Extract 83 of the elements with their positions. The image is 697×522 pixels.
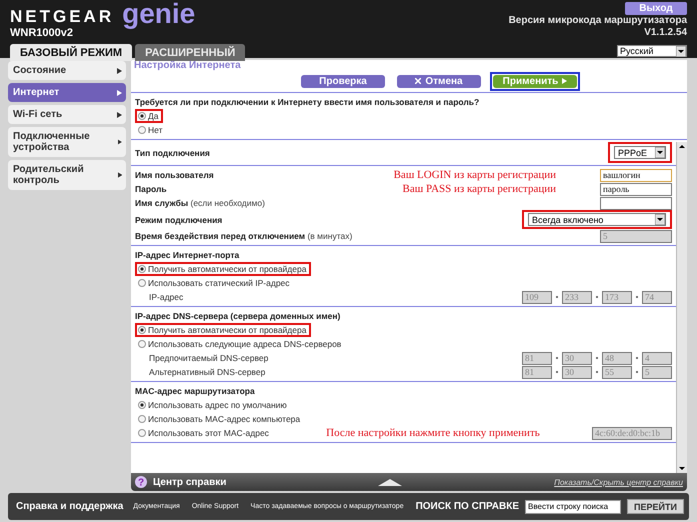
connection-type-select[interactable]: PPPoE [614,146,666,159]
dropdown-arrow-icon [676,46,686,56]
radio-option[interactable]: Использовать этот MAC-адрес [138,428,269,438]
octet-separator [556,296,558,298]
toggle-help-link[interactable]: Показать/Скрыть центр справки [554,478,683,487]
text-input[interactable]: вашлогин [600,168,672,182]
firmware-version: V1.1.2.54 [644,27,687,39]
help-icon: ? [135,476,147,488]
radio-button[interactable] [138,401,146,409]
dropdown-arrow-icon [655,214,665,225]
scrollbar[interactable] [676,142,687,474]
radio-button[interactable] [138,429,146,437]
octet-separator [596,371,598,373]
field-label: Альтернативный DNS-сервер [148,367,266,377]
brand-logo: NETGEAR [10,7,114,27]
section-heading: Требуется ли при подключении к Интернету ввести имя пользователя и пароль? [135,96,480,108]
octet-separator [636,371,638,373]
search-label: ПОИСК ПО СПРАВКЕ [416,501,520,512]
radio-option[interactable]: Нет [138,125,162,135]
radio-option[interactable]: Да [138,111,158,121]
expand-triangle-icon[interactable] [378,478,402,486]
octet-separator [596,357,598,359]
annotation-note: После настройки нажмите кнопку применить [326,427,540,439]
radio-button[interactable] [138,415,146,423]
octet-separator [596,296,598,298]
page-title: Настройка Интернета [133,60,242,72]
close-icon [415,78,422,84]
sidebar-item[interactable]: Интернет [8,83,126,102]
radio-button[interactable] [138,112,146,120]
sidebar-item[interactable]: Wi-Fi сеть [8,105,126,124]
field-label: Имя службы (если необходимо) [135,198,265,208]
field-label: Имя пользователя [135,170,214,180]
search-field[interactable]: Ввести строку поиска [525,500,622,514]
radio-button[interactable] [138,126,146,134]
radio-button[interactable] [138,279,146,287]
octet-separator [636,357,638,359]
arrow-right-icon [118,139,122,145]
go-button[interactable]: ПЕРЕЙТИ [627,499,684,514]
field-label: IP-адрес [148,292,184,302]
radio-option[interactable]: Использовать статический IP-адрес [138,278,290,288]
model-name: WNR1000v2 [10,27,74,39]
section-heading: IP-адрес Интернет-порта [135,248,240,262]
arrow-right-icon [118,172,122,178]
arrow-right-icon [562,78,568,84]
text-input[interactable] [600,196,672,210]
language-select[interactable]: Русский [617,45,687,57]
field-label: Тип подключения [135,148,210,158]
radio-option[interactable]: Получить автоматически от провайдера [138,325,306,335]
sidebar-item[interactable]: Подключенные устройства [8,127,126,157]
arrow-right-icon [117,112,122,118]
help-center-title: Центр справки [153,476,226,488]
radio-option[interactable]: Использовать адрес по умолчанию [138,400,287,410]
annotation-note: Ваш PASS из карты регистрации [402,183,556,195]
octet-separator [556,371,558,373]
test-button[interactable]: Проверка [301,74,385,88]
dropdown-arrow-icon [655,147,665,158]
footer-title: Справка и поддержка [16,501,124,512]
octet-separator [556,357,558,359]
field-label: Предпочитаемый DNS-сервер [148,353,268,363]
annotation-note: Ваш LOGIN из карты регистрации [394,169,556,181]
connection-mode-select[interactable]: Всегда включено [528,213,666,226]
arrow-right-icon [117,90,122,96]
radio-button[interactable] [138,340,146,348]
sidebar-item[interactable]: Родительский контроль [8,160,126,190]
mode-tab[interactable]: РАСШИРЕННЫЙ [135,44,246,61]
text-input[interactable]: пароль [600,182,672,196]
radio-option[interactable]: Использовать следующие адреса DNS-серверов [138,339,342,349]
cancel-button[interactable]: Отмена [397,74,481,88]
octet-separator [636,296,638,298]
section-heading: IP-адрес DNS-сервера (сервера доменных имен) [135,310,340,322]
arrow-right-icon [117,68,122,74]
radio-option[interactable]: Использовать MAC-адрес компьютера [138,414,300,424]
sidebar-item[interactable]: Состояние [8,61,126,80]
radio-button[interactable] [138,326,146,334]
radio-button[interactable] [138,265,146,273]
radio-option[interactable]: Получить автоматически от провайдера [138,264,306,274]
mode-tab[interactable]: БАЗОВЫЙ РЕЖИМ [10,44,132,61]
product-logo: genie [122,1,196,27]
section-heading: MAC-адрес маршрутизатора [135,384,255,398]
field-label: Режим подключения [135,214,222,224]
firmware-label: Версия микрокода маршрутизатора [508,15,687,27]
field-label: Время бездействия перед отключением (в минутах) [135,231,352,241]
field-label: Пароль [135,184,167,194]
